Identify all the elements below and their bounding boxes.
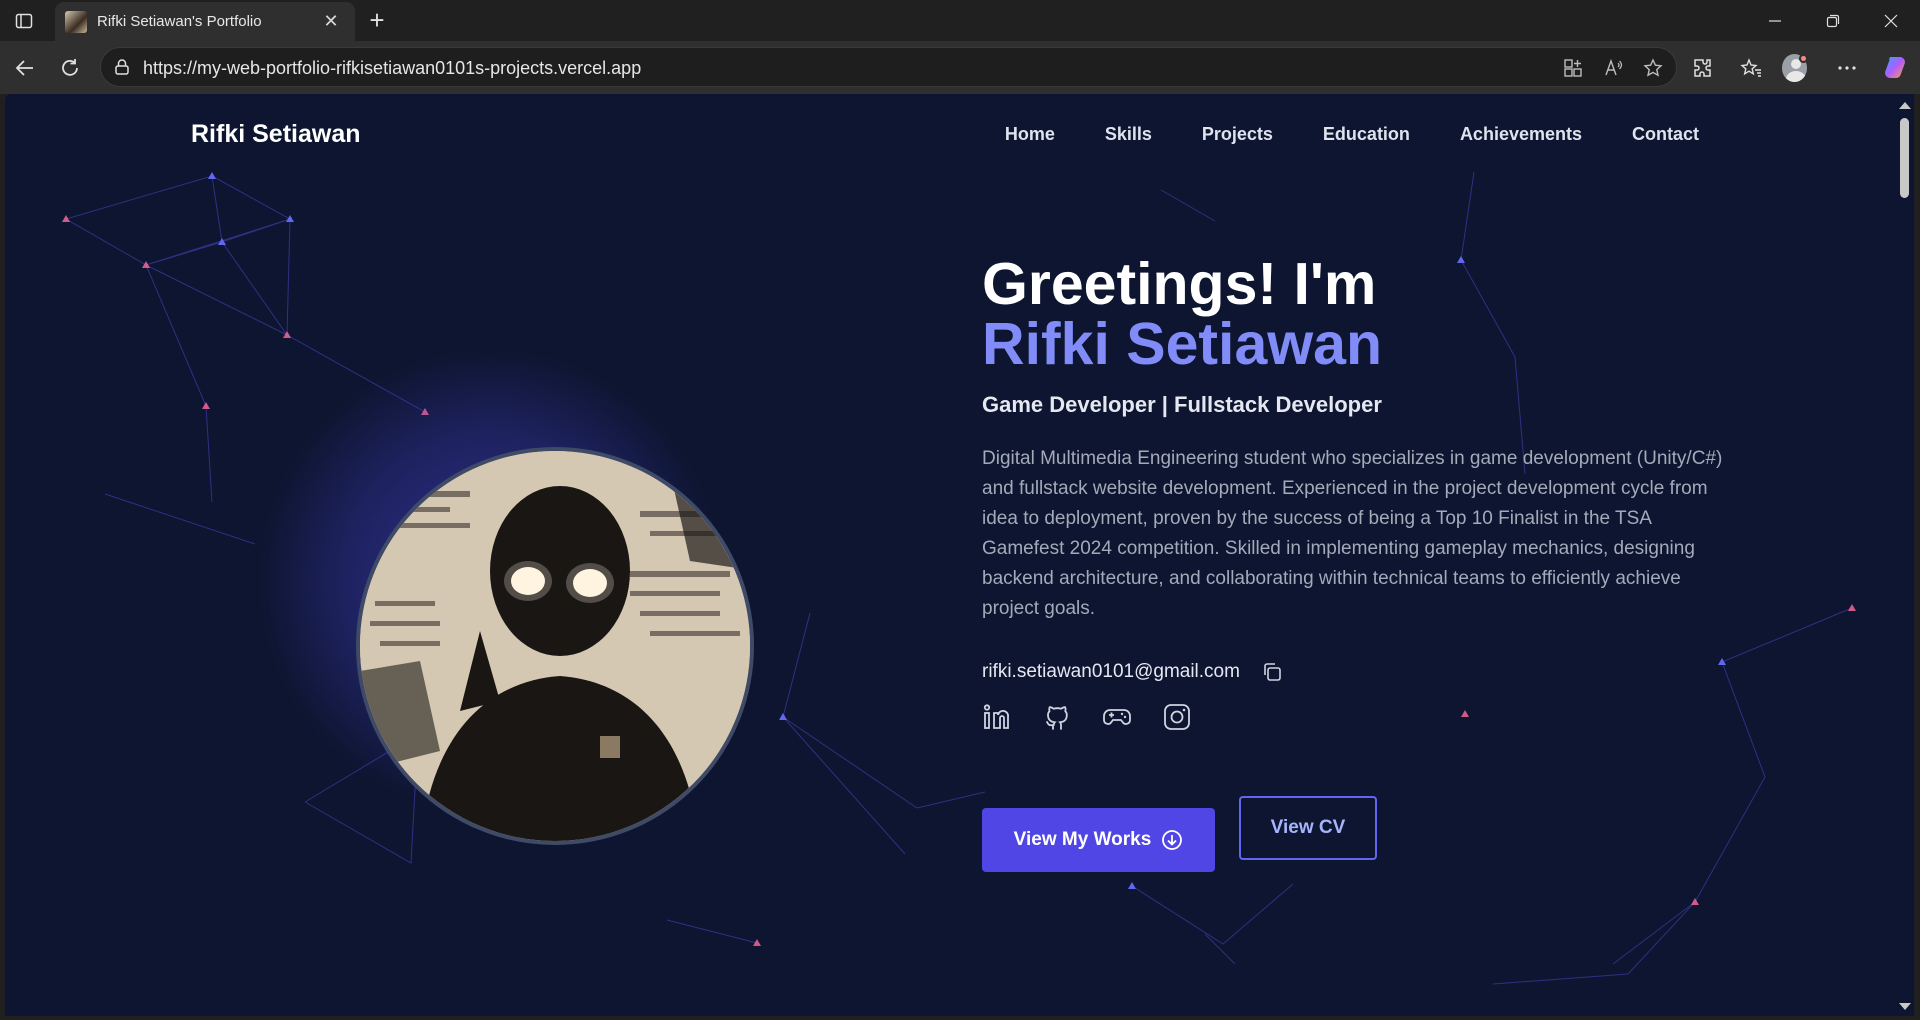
scroll-thumb[interactable] bbox=[1900, 118, 1909, 198]
nav-projects[interactable]: Projects bbox=[1202, 124, 1273, 145]
app-available-icon[interactable] bbox=[1560, 55, 1586, 81]
instagram-icon[interactable] bbox=[1162, 702, 1192, 732]
active-tab[interactable]: Rifki Setiawan's Portfolio ✕ bbox=[55, 2, 355, 41]
copilot-icon[interactable] bbox=[1878, 51, 1912, 85]
hero-bio: Digital Multimedia Engineering student w… bbox=[982, 448, 1723, 619]
social-links bbox=[982, 702, 1722, 732]
site-nav: Home Skills Projects Education Achieveme… bbox=[1005, 124, 1699, 145]
nav-education[interactable]: Education bbox=[1323, 124, 1410, 145]
scroll-down-icon[interactable] bbox=[1899, 1003, 1911, 1010]
nav-achievements[interactable]: Achievements bbox=[1460, 124, 1582, 145]
view-my-works-button[interactable]: View My Works bbox=[982, 808, 1215, 872]
address-bar[interactable]: https://my-web-portfolio-rifkisetiawan01… bbox=[100, 47, 1677, 87]
page-viewport: Rifki Setiawan Home Skills Projects Educ… bbox=[5, 94, 1895, 1016]
lock-icon[interactable] bbox=[113, 58, 131, 76]
linkedin-icon[interactable] bbox=[982, 702, 1012, 732]
tab-title: Rifki Setiawan's Portfolio bbox=[97, 13, 262, 30]
reload-icon[interactable] bbox=[55, 53, 85, 83]
profile-avatar[interactable] bbox=[1782, 51, 1816, 85]
hero-section: Greetings! I'm Rifki Setiawan Game Devel… bbox=[982, 254, 1722, 732]
hero-greeting: Greetings! I'm bbox=[982, 251, 1377, 317]
favorite-star-icon[interactable] bbox=[1640, 55, 1666, 81]
tab-close-icon[interactable]: ✕ bbox=[321, 11, 341, 32]
window-controls bbox=[1746, 0, 1920, 41]
site-logo[interactable]: Rifki Setiawan bbox=[191, 120, 361, 149]
minimize-icon[interactable] bbox=[1746, 0, 1804, 41]
copy-icon[interactable] bbox=[1260, 660, 1284, 684]
url-text[interactable]: https://my-web-portfolio-rifkisetiawan01… bbox=[143, 58, 641, 79]
browser-tabbar: Rifki Setiawan's Portfolio ✕ + bbox=[0, 0, 1920, 41]
read-aloud-icon[interactable] bbox=[1600, 55, 1626, 81]
view-cv-button[interactable]: View CV bbox=[1239, 796, 1377, 860]
more-options-icon[interactable] bbox=[1830, 51, 1864, 85]
scroll-up-icon[interactable] bbox=[1899, 102, 1911, 109]
close-window-icon[interactable] bbox=[1862, 0, 1920, 41]
restore-icon[interactable] bbox=[1804, 0, 1862, 41]
nav-skills[interactable]: Skills bbox=[1105, 124, 1152, 145]
tab-actions-icon[interactable] bbox=[10, 8, 38, 34]
browser-toolbar: https://my-web-portfolio-rifkisetiawan01… bbox=[0, 41, 1920, 94]
arrow-down-circle-icon bbox=[1162, 830, 1183, 850]
hero-role: Game Developer | Fullstack Developer bbox=[982, 392, 1382, 417]
tab-favicon-icon bbox=[65, 10, 87, 33]
extensions-icon[interactable] bbox=[1686, 51, 1720, 85]
hero-name: Rifki Setiawan bbox=[982, 311, 1383, 377]
page-scrollbar[interactable] bbox=[1895, 94, 1914, 1016]
favorites-icon[interactable] bbox=[1734, 51, 1768, 85]
nav-home[interactable]: Home bbox=[1005, 124, 1055, 145]
gamepad-icon[interactable] bbox=[1102, 702, 1132, 732]
nav-contact[interactable]: Contact bbox=[1632, 124, 1699, 145]
new-tab-button[interactable]: + bbox=[362, 6, 392, 36]
view-my-works-label: View My Works bbox=[1013, 829, 1152, 850]
profile-photo bbox=[356, 447, 754, 845]
back-icon[interactable] bbox=[10, 53, 40, 83]
github-icon[interactable] bbox=[1042, 702, 1072, 732]
email-text: rifki.setiawan0101@gmail.com bbox=[982, 661, 1240, 682]
